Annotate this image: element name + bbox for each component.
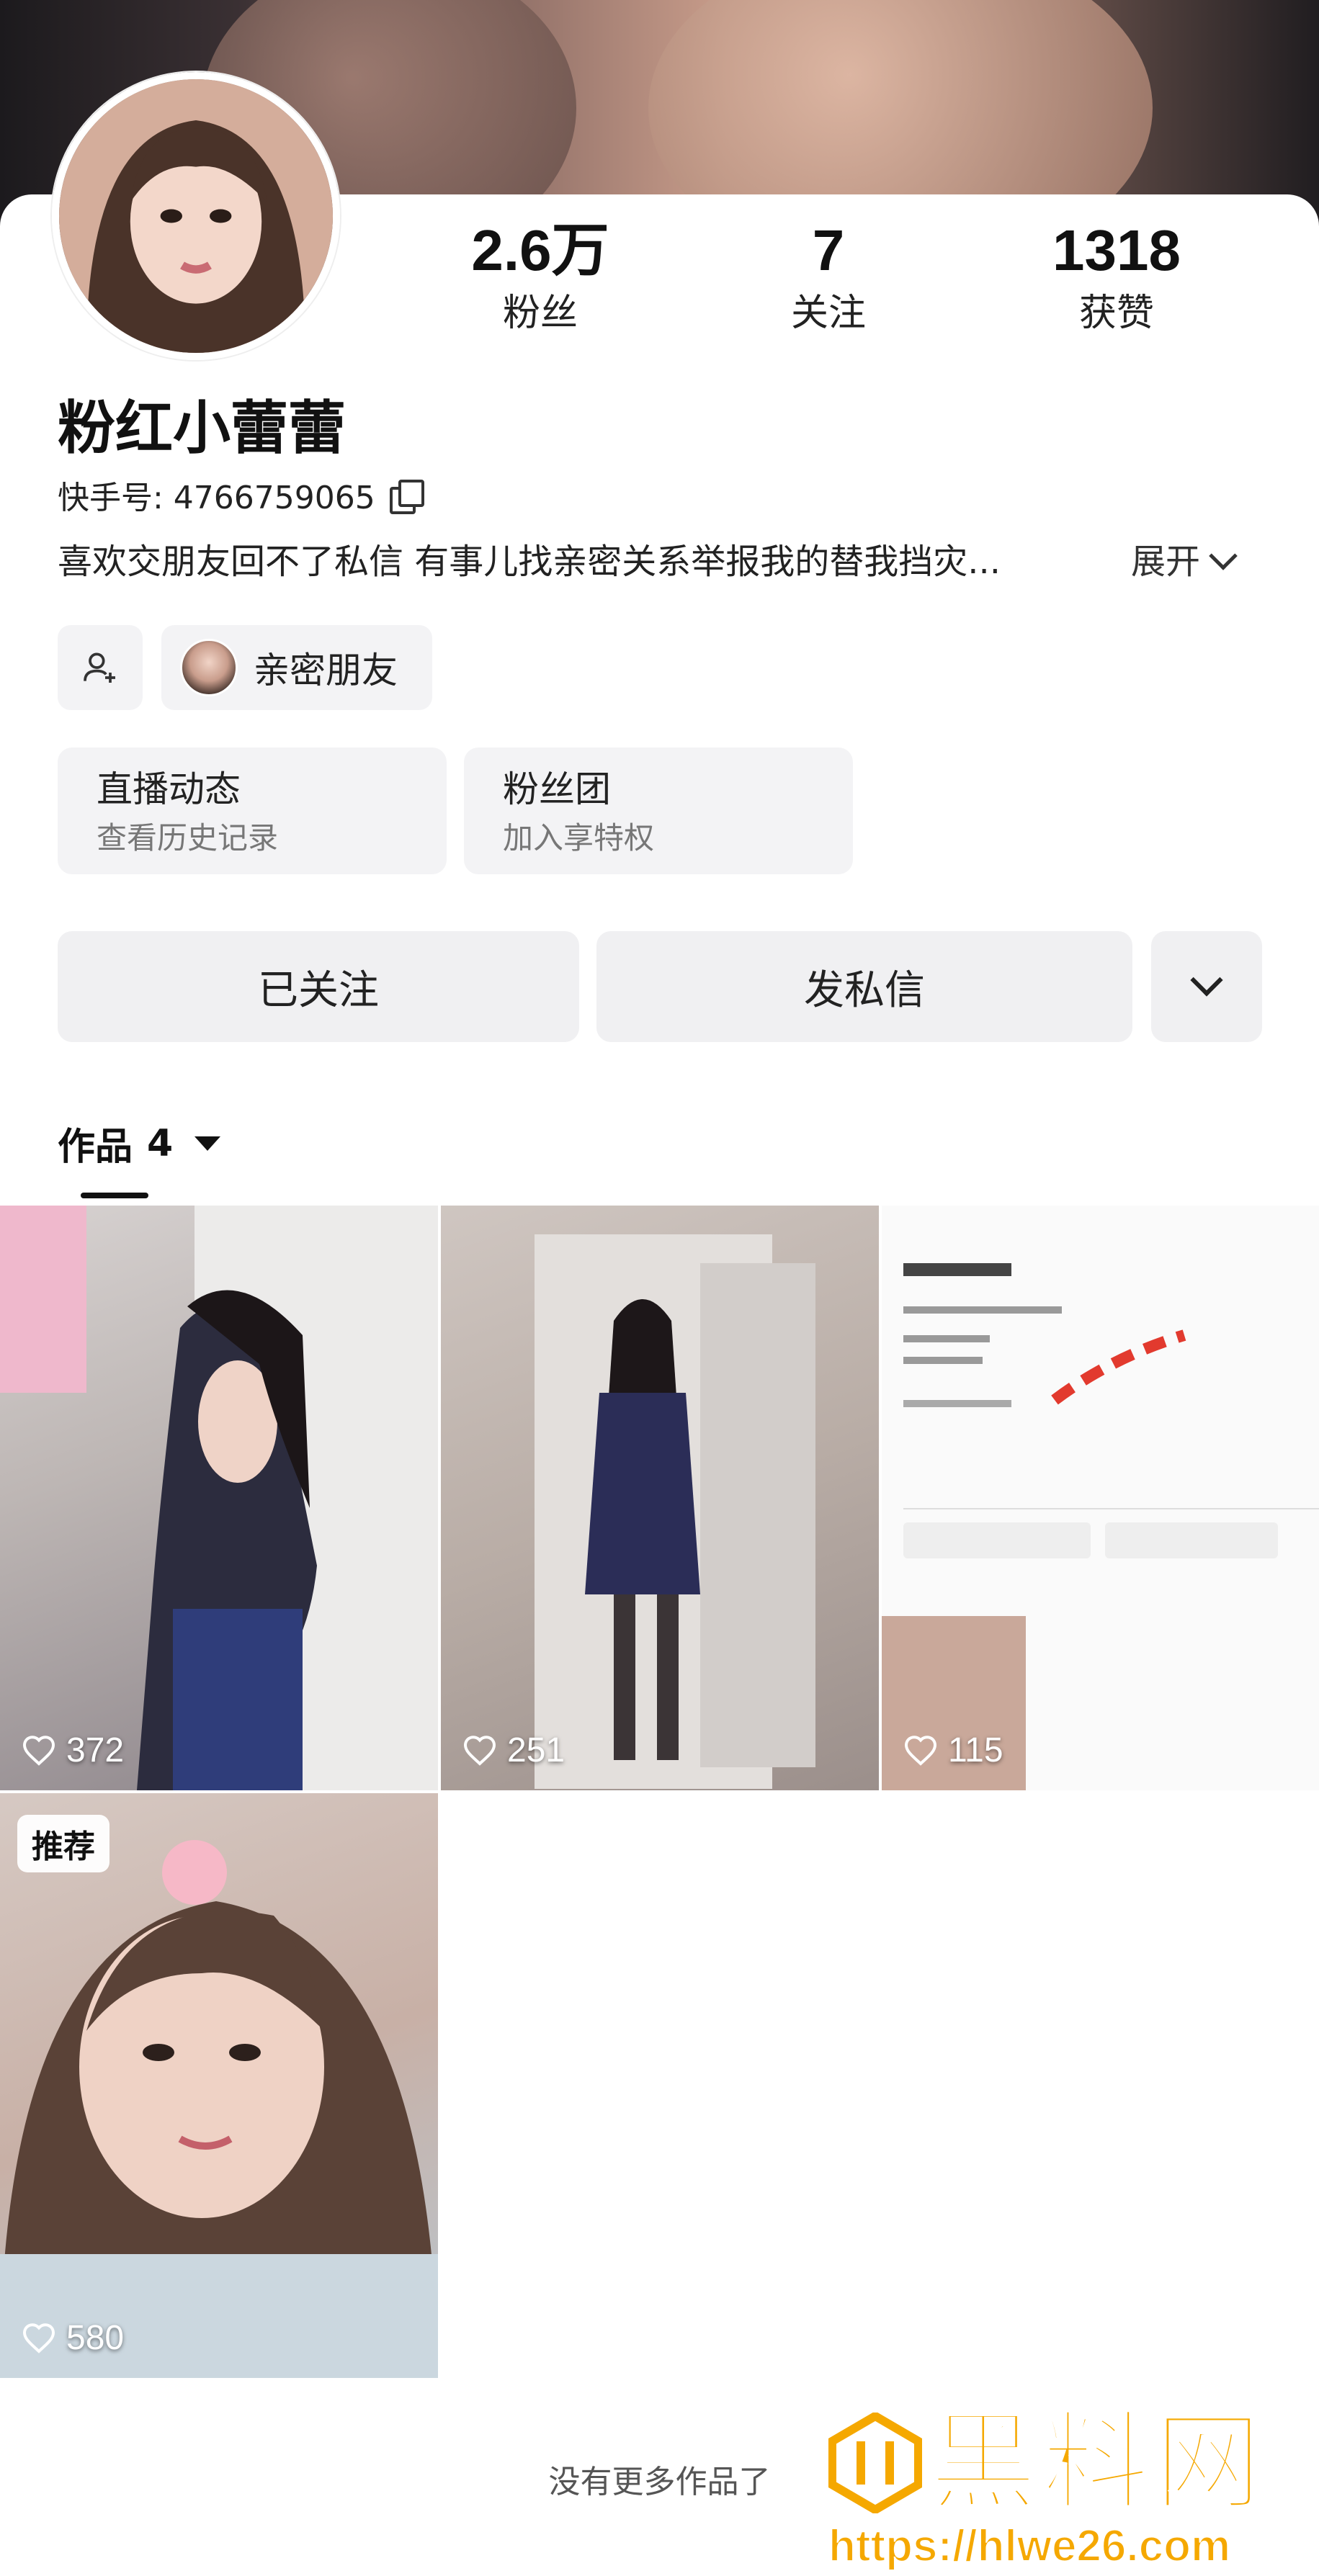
heart-icon — [904, 1735, 937, 1766]
work-thumbnail — [535, 1234, 815, 1789]
expand-bio-button[interactable]: 展开 — [1131, 539, 1238, 585]
watermark-logo-icon — [828, 2413, 922, 2513]
recommended-tag: 推荐 — [17, 1815, 109, 1872]
card-title: 粉丝团 — [503, 768, 611, 810]
card-subtitle: 加入享特权 — [503, 820, 655, 856]
work-thumbnail — [882, 1206, 1319, 1790]
profile-name: 粉红小蕾蕾 — [58, 395, 346, 462]
stat-following[interactable]: 7 关注 — [713, 216, 944, 338]
expand-label: 展开 — [1131, 542, 1201, 582]
work-tile[interactable]: 推荐 580 — [0, 1793, 438, 2378]
live-history-card[interactable]: 直播动态 查看历史记录 — [58, 748, 447, 874]
avatar[interactable] — [52, 72, 340, 360]
like-count-value: 580 — [66, 2319, 125, 2357]
user-id: 快手号: 4766759065 — [58, 480, 375, 516]
copy-icon[interactable] — [389, 480, 424, 514]
card-subtitle: 查看历史记录 — [97, 820, 279, 856]
like-count-value: 115 — [948, 1731, 1003, 1769]
card-title: 直播动态 — [97, 768, 241, 810]
work-tile[interactable]: 115 — [882, 1206, 1319, 1790]
work-thumbnail — [0, 1206, 438, 1790]
fan-club-card[interactable]: 粉丝团 加入享特权 — [464, 748, 853, 874]
user-id-row: 快手号: 4766759065 — [58, 472, 424, 518]
stat-label: 获赞 — [1078, 292, 1154, 335]
add-friend-button[interactable] — [58, 625, 143, 710]
triangle-down-icon — [195, 1136, 221, 1151]
chevron-down-icon — [1209, 542, 1238, 570]
more-options-button[interactable] — [1151, 931, 1262, 1042]
stat-fans[interactable]: 2.6万 粉丝 — [425, 216, 656, 338]
stat-value: 7 — [812, 218, 845, 282]
tab-label: 作品 — [58, 1126, 133, 1169]
heart-icon — [463, 1735, 496, 1766]
work-tile[interactable]: 372 — [0, 1206, 438, 1790]
like-count-value: 372 — [66, 1731, 125, 1769]
like-count-value: 251 — [507, 1731, 565, 1769]
close-friend-button[interactable]: 亲密朋友 — [161, 625, 432, 710]
heart-icon — [22, 1735, 55, 1766]
message-button[interactable]: 发私信 — [596, 931, 1132, 1042]
tab-underline — [81, 1193, 148, 1198]
like-count: 580 — [22, 2318, 124, 2358]
tab-works[interactable]: 作品 4 — [58, 1116, 221, 1170]
stat-label: 关注 — [790, 292, 866, 335]
add-user-icon — [84, 652, 115, 683]
heart-icon — [22, 2323, 55, 2353]
tab-count: 4 — [147, 1121, 174, 1165]
like-count: 251 — [462, 1731, 565, 1770]
stat-value: 1318 — [1052, 218, 1181, 282]
followed-button[interactable]: 已关注 — [58, 931, 579, 1042]
like-count: 372 — [22, 1731, 124, 1770]
work-tile[interactable]: 251 — [441, 1206, 879, 1790]
stat-likes[interactable]: 1318 获赞 — [1001, 216, 1232, 338]
watermark-url: https://hlwe26.com — [828, 2521, 1231, 2572]
stat-value: 2.6万 — [471, 218, 609, 282]
close-friend-label: 亲密朋友 — [254, 650, 398, 691]
work-thumbnail — [0, 1840, 438, 2378]
watermark-text: 黑料网 — [928, 2399, 1267, 2527]
avatar-portrait — [59, 79, 333, 353]
stat-label: 粉丝 — [502, 292, 578, 335]
chevron-down-icon — [1190, 964, 1223, 997]
profile-bio: 喜欢交朋友回不了私信 有事儿找亲密关系举报我的替我挡灾... — [58, 542, 1001, 582]
like-count: 115 — [903, 1731, 1003, 1770]
watermark: 黑料网 https://hlwe26.com — [828, 2398, 1311, 2572]
friend-avatar — [180, 639, 238, 696]
